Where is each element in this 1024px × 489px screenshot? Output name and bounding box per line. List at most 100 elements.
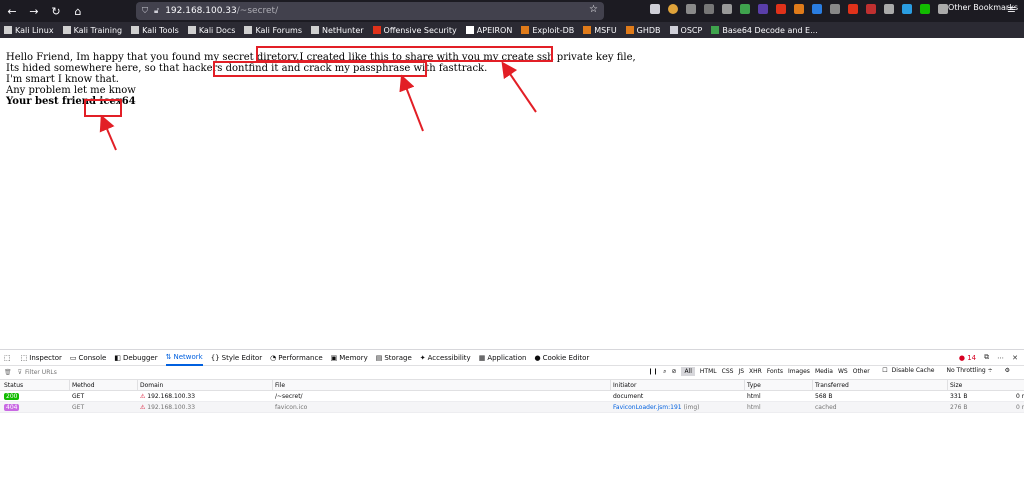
bookmark-icon — [244, 26, 253, 34]
column-divider[interactable] — [610, 380, 611, 391]
column-divider[interactable] — [947, 380, 948, 391]
filter-type-ws[interactable]: WS — [838, 368, 848, 375]
bookmark-item[interactable]: Kali Docs — [187, 26, 235, 35]
extension-icon[interactable] — [884, 4, 894, 14]
column-header-type[interactable]: Type — [747, 382, 761, 389]
shield-extension-icon[interactable] — [740, 4, 750, 14]
extension-icon[interactable] — [668, 4, 678, 14]
column-divider[interactable] — [69, 380, 70, 391]
initiator-link[interactable]: FaviconLoader.jsm:191 — [613, 404, 682, 411]
forward-icon[interactable]: → — [24, 1, 44, 21]
cell-type: html — [747, 404, 761, 411]
bookmark-item[interactable]: NetHunter — [310, 26, 364, 35]
dock-icon[interactable]: ⧉ — [984, 353, 989, 362]
bookmark-item[interactable]: Offensive Security — [372, 26, 457, 35]
column-divider[interactable] — [272, 380, 273, 391]
bookmark-item[interactable]: Base64 Decode and E... — [711, 26, 818, 35]
extension-icon[interactable] — [812, 4, 822, 14]
tab-cookie-editor[interactable]: ● Cookie Editor — [534, 350, 589, 366]
element-picker-icon[interactable]: ⬚ — [4, 350, 13, 366]
debugger-icon: ◧ — [114, 353, 121, 362]
close-icon[interactable]: ✕ — [1012, 354, 1018, 362]
tab-memory[interactable]: ▣ Memory — [331, 350, 368, 366]
block-icon[interactable]: ⊘ — [671, 368, 676, 375]
extension-icon[interactable] — [938, 4, 948, 14]
search-icon[interactable]: ⌕ — [663, 368, 666, 376]
pause-icon[interactable]: ❙❙ — [648, 368, 658, 375]
extension-icon[interactable] — [848, 4, 858, 14]
extension-icon[interactable] — [830, 4, 840, 14]
bookmark-icon — [583, 26, 592, 34]
tab-console[interactable]: ▭ Console — [70, 350, 106, 366]
column-divider[interactable] — [744, 380, 745, 391]
bookmark-item[interactable]: OSCP — [669, 26, 702, 35]
table-row[interactable]: 404 GET ⚠︎ 192.168.100.33 favicon.ico Favico… — [0, 402, 1024, 413]
extension-icon[interactable] — [866, 4, 876, 14]
network-filter-bar: 🗑︎ ⊽ Filter URLs ❙❙ ⌕ ⊘ All HTML CSS JS XHR F… — [0, 366, 1024, 380]
settings-gear-icon[interactable]: ⚙ — [1005, 367, 1010, 374]
extension-icon[interactable] — [758, 4, 768, 14]
pocket-icon[interactable] — [650, 4, 660, 14]
column-divider[interactable] — [812, 380, 813, 391]
extension-icon[interactable] — [776, 4, 786, 14]
bookmark-item[interactable]: Kali Forums — [244, 26, 302, 35]
shield-icon[interactable]: ⛉ — [142, 6, 148, 16]
error-count[interactable]: ● 14 — [959, 354, 976, 362]
filter-type-media[interactable]: Media — [815, 368, 833, 375]
extension-icon[interactable] — [902, 4, 912, 14]
tab-style-editor[interactable]: {} Style Editor — [211, 350, 262, 366]
column-header-status[interactable]: Status — [4, 382, 23, 389]
bookmark-item[interactable]: Kali Linux — [4, 26, 54, 35]
text-line: Any problem let me know — [6, 85, 136, 96]
reload-icon[interactable]: ↻ — [46, 1, 66, 21]
bookmark-item[interactable]: Kali Training — [62, 26, 122, 35]
tab-storage[interactable]: ▤ Storage — [376, 350, 412, 366]
home-icon[interactable]: ⌂ — [68, 1, 88, 21]
bookmark-item[interactable]: APEIRON — [465, 26, 512, 35]
throttling-select[interactable]: No Throttling ÷ — [946, 367, 992, 374]
arrow — [99, 114, 117, 151]
column-header-method[interactable]: Method — [72, 382, 95, 389]
bookmark-item[interactable]: Kali Tools — [131, 26, 179, 35]
extension-icon[interactable] — [704, 4, 714, 14]
url-bar[interactable]: ⛉ 🔓︎ 192.168.100.33/~secret/ ☆ — [136, 2, 604, 20]
tab-application[interactable]: ▦ Application — [479, 350, 527, 366]
extension-icon[interactable] — [722, 4, 732, 14]
column-header-file[interactable]: File — [275, 382, 285, 389]
column-divider[interactable] — [137, 380, 138, 391]
filter-type-all[interactable]: All — [681, 367, 695, 376]
back-icon[interactable]: ← — [2, 1, 22, 21]
disable-cache-checkbox[interactable]: ☐ — [882, 367, 887, 374]
filter-type-images[interactable]: Images — [788, 368, 810, 375]
filter-type-html[interactable]: HTML — [700, 368, 717, 375]
bookmark-item[interactable]: Exploit-DB — [521, 26, 574, 35]
extension-icon[interactable] — [686, 4, 696, 14]
devtools-panel: ⬚ ⬚ Inspector ▭ Console ◧ Debugger ⇅ Network {} S… — [0, 349, 1024, 489]
bookmark-item[interactable]: MSFU — [583, 26, 617, 35]
filter-type-fonts[interactable]: Fonts — [767, 368, 783, 375]
column-header-initiator[interactable]: Initiator — [613, 382, 636, 389]
table-row[interactable]: 200 GET ⚠︎ 192.168.100.33 /~secret/document… — [0, 391, 1024, 402]
filter-type-css[interactable]: CSS — [722, 368, 734, 375]
bookmark-star-icon[interactable]: ☆ — [589, 4, 598, 15]
filter-type-xhr[interactable]: XHR — [749, 368, 762, 375]
tab-accessibility[interactable]: ✦ Accessibility — [420, 350, 471, 366]
tab-performance[interactable]: ◔ Performance — [270, 350, 322, 366]
cell-type: html — [747, 393, 761, 400]
filter-type-other[interactable]: Other — [853, 368, 870, 375]
column-header-size[interactable]: Size — [950, 382, 962, 389]
column-header-domain[interactable]: Domain — [140, 382, 163, 389]
tab-debugger[interactable]: ◧ Debugger — [114, 350, 157, 366]
tab-network[interactable]: ⇅ Network — [165, 350, 203, 366]
fox-icon[interactable] — [794, 4, 804, 14]
filter-type-js[interactable]: JS — [738, 368, 744, 375]
more-options-icon[interactable]: ⋯ — [997, 354, 1004, 362]
other-bookmarks[interactable]: Other Bookmarks — [948, 3, 1018, 12]
column-header-transferred[interactable]: Transferred — [815, 382, 849, 389]
extension-icon[interactable] — [920, 4, 930, 14]
filter-urls-input[interactable]: Filter URLs — [25, 369, 57, 376]
trash-icon[interactable]: 🗑︎ — [4, 369, 12, 376]
insecure-lock-icon[interactable]: 🔓︎ — [154, 6, 159, 16]
bookmark-item[interactable]: GHDB — [625, 26, 661, 35]
tab-inspector[interactable]: ⬚ Inspector — [21, 350, 62, 366]
